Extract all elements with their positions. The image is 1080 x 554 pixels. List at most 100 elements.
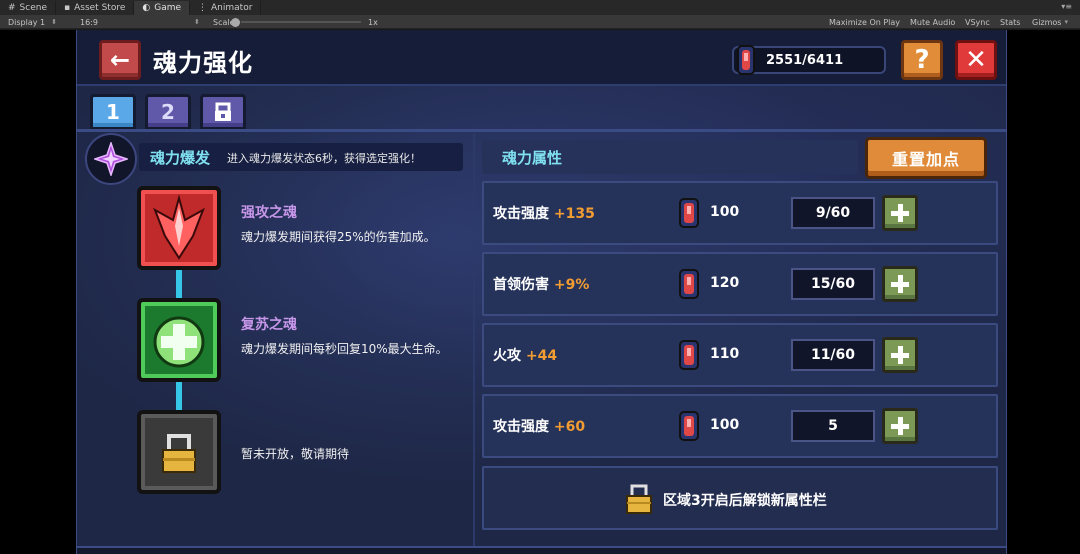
tab-strip-divider: [77, 129, 1006, 132]
tab-label: Game: [154, 3, 182, 13]
tab-page-2[interactable]: 2: [145, 94, 191, 130]
soul-node-attack[interactable]: [137, 186, 221, 270]
soul-node-revive[interactable]: [137, 298, 221, 382]
soul-crystal-icon: [679, 340, 699, 370]
back-button[interactable]: ←: [99, 40, 141, 80]
mute-audio-toggle[interactable]: Mute Audio: [910, 16, 955, 28]
attribute-bonus: +44: [525, 348, 558, 364]
tab-scene[interactable]: # Scene: [0, 1, 56, 15]
game-view-toolbar: Display 1 ⬍ 16:9 ⬍ Scale 1x Maximize On …: [0, 15, 1080, 29]
maximize-on-play-toggle[interactable]: Maximize On Play: [829, 16, 900, 28]
tab-menu-icon[interactable]: ▾≡: [1061, 2, 1072, 11]
tab-label: Animator: [211, 3, 253, 13]
gizmos-label: Gizmos: [1032, 17, 1062, 27]
dropdown-arrow-icon: ▾: [1064, 18, 1068, 26]
attribute-label: 攻击强度: [493, 419, 549, 435]
attribute-name: 攻击强度 +60: [493, 416, 585, 436]
help-button[interactable]: ?: [901, 40, 943, 80]
soul-crystal-icon: [679, 269, 699, 299]
attribute-bonus: +135: [553, 206, 595, 222]
plus-icon: [897, 346, 903, 364]
soul-crystal-icon: [679, 411, 699, 441]
attribute-level: 9/60: [791, 197, 875, 229]
attribute-row: 首领伤害 +9% 120 15/60: [482, 252, 998, 316]
attribute-bonus: +60: [553, 419, 586, 435]
soul-burst-title: 魂力爆发: [150, 149, 211, 167]
tab-game[interactable]: ◐ Game: [134, 1, 191, 15]
reset-points-button[interactable]: 重置加点: [865, 137, 987, 179]
aspect-label: 16:9: [80, 17, 98, 27]
tab-animator[interactable]: ⋮ Animator: [190, 1, 262, 15]
editor-tab-bar: # Scene ▪ Asset Store ◐ Game ⋮ Animator …: [0, 0, 1080, 15]
scale-slider-handle[interactable]: [231, 18, 240, 27]
dropdown-arrow-icon: ⬍: [51, 18, 57, 26]
close-button[interactable]: ✕: [955, 40, 997, 80]
attribute-cost: 110: [710, 346, 740, 362]
soul-burst-description: 进入魂力爆发状态6秒，获得选定强化！: [227, 152, 421, 165]
vsync-toggle[interactable]: VSync: [965, 16, 990, 28]
add-point-button[interactable]: [882, 408, 918, 444]
panel-bottom-edge: [77, 546, 1006, 554]
soul-currency-value: 2551/6411: [766, 53, 844, 68]
display-label: Display 1: [8, 17, 46, 27]
attribute-level: 15/60: [791, 268, 875, 300]
gamepad-icon: ◐: [142, 3, 151, 13]
dropdown-arrow-icon: ⬍: [193, 18, 200, 26]
attribute-row: 火攻 +44 110 11/60: [482, 323, 998, 387]
game-viewport: ← 魂力强化 2551/6411 ? ✕ 1 2 魂力爆发 进入魂力爆发状态6秒…: [0, 30, 1080, 554]
scale-value: 1x: [368, 17, 378, 27]
padlock-icon: [162, 434, 196, 473]
lock-icon: [215, 102, 231, 121]
attribute-name: 火攻 +44: [493, 345, 557, 365]
attribute-cost: 100: [710, 204, 740, 220]
soul-currency-display: 2551/6411: [732, 45, 886, 75]
tab-label: 2: [161, 100, 175, 124]
soul-node-locked[interactable]: [137, 410, 221, 494]
attribute-cost: 120: [710, 275, 740, 291]
attribute-bonus: +9%: [553, 277, 590, 293]
attribute-name: 攻击强度 +135: [493, 203, 595, 223]
tab-label: 1: [106, 100, 120, 124]
purple-star-icon: [94, 142, 128, 176]
question-mark-icon: ?: [914, 45, 930, 75]
add-point-button[interactable]: [882, 266, 918, 302]
soul-node-description: 魂力爆发期间获得25%的伤害加成。: [241, 230, 436, 244]
soul-node-description: 魂力爆发期间每秒回复10%最大生命。: [241, 342, 448, 356]
add-point-button[interactable]: [882, 195, 918, 231]
attribute-level: 5: [791, 410, 875, 442]
tab-page-1[interactable]: 1: [90, 94, 136, 130]
store-icon: ▪: [64, 3, 71, 13]
grid-icon: #: [8, 3, 16, 13]
plus-icon: [897, 275, 903, 293]
attribute-name: 首领伤害 +9%: [493, 274, 589, 294]
soul-node-title: 复苏之魂: [241, 317, 297, 333]
tab-page-locked[interactable]: [200, 94, 246, 130]
display-dropdown[interactable]: Display 1 ⬍: [8, 16, 57, 28]
plus-icon: [897, 417, 903, 435]
gizmos-dropdown[interactable]: Gizmos ▾: [1032, 16, 1068, 28]
attribute-label: 首领伤害: [493, 277, 549, 293]
scale-slider-track[interactable]: [241, 21, 361, 23]
attribute-level: 11/60: [791, 339, 875, 371]
padlock-icon: [626, 484, 652, 514]
column-divider: [473, 134, 475, 554]
tab-label: Asset Store: [74, 3, 126, 13]
attribute-label: 攻击强度: [493, 206, 549, 222]
stats-toggle[interactable]: Stats: [1000, 16, 1020, 28]
arrow-left-icon: ←: [109, 46, 131, 74]
soul-upgrade-panel: ← 魂力强化 2551/6411 ? ✕ 1 2 魂力爆发 进入魂力爆发状态6秒…: [76, 30, 1007, 554]
aspect-dropdown[interactable]: 16:9 ⬍: [80, 16, 200, 28]
page-title: 魂力强化: [153, 49, 253, 77]
soul-crystal-icon: [737, 45, 755, 75]
animator-icon: ⋮: [198, 3, 208, 13]
add-point-button[interactable]: [882, 337, 918, 373]
tab-label: Scene: [19, 3, 47, 13]
plus-icon: [897, 204, 903, 222]
attributes-title: 魂力属性: [502, 149, 563, 167]
soul-burst-icon: [85, 133, 137, 185]
close-icon: ✕: [965, 45, 987, 75]
tab-asset-store[interactable]: ▪ Asset Store: [56, 1, 135, 15]
attribute-row: 攻击强度 +135 100 9/60: [482, 181, 998, 245]
attribute-label: 火攻: [493, 348, 521, 364]
soul-crystal-icon: [679, 198, 699, 228]
